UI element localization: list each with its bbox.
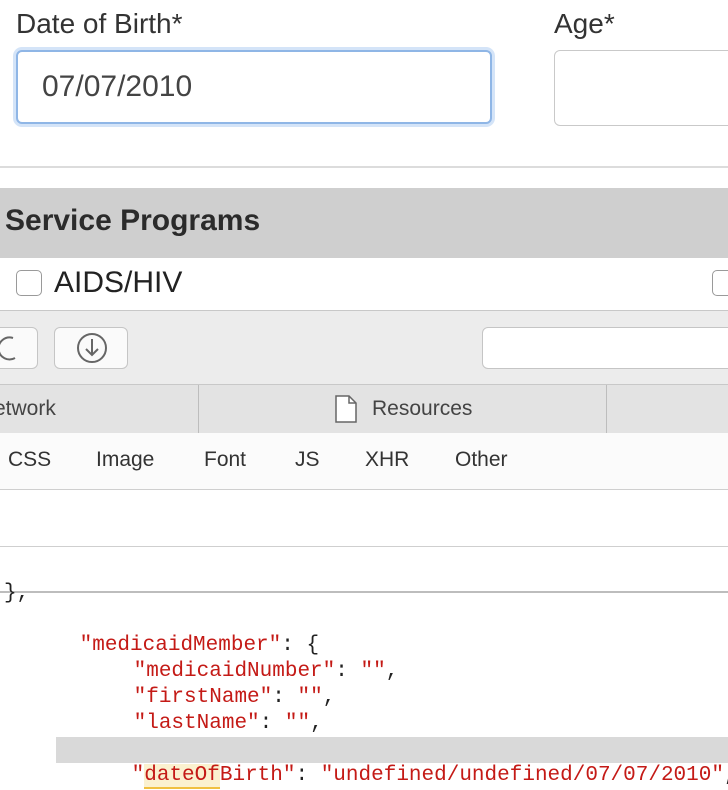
age-input[interactable] <box>554 50 728 126</box>
document-icon <box>335 395 357 423</box>
screen: Date of Birth* Age* Service Programs AID… <box>0 0 728 790</box>
filter-js[interactable]: JS <box>295 448 320 472</box>
tab-network[interactable]: etwork <box>0 397 56 421</box>
code-line: "gender": "", <box>58 763 298 789</box>
service-programs-title: Service Programs <box>5 204 261 237</box>
devtools-search-field[interactable] <box>482 327 728 369</box>
json-value: "" <box>284 712 311 735</box>
aids-hiv-label: AIDS/HIV <box>54 266 183 299</box>
json-punctuation: , <box>322 686 336 709</box>
tab-separator <box>606 385 607 433</box>
date-of-birth-label: Date of Birth* <box>16 8 183 39</box>
json-value: "" <box>360 660 386 683</box>
code-line: "medicaidMember": { <box>4 607 319 657</box>
json-punctuation: , <box>724 764 728 787</box>
json-value: "undefined/undefined/07/07/2010" <box>320 764 724 787</box>
json-punctuation: , <box>385 660 399 683</box>
json-punctuation: : <box>335 660 361 683</box>
devtools-tab-bar: etwork Resources <box>0 384 728 434</box>
aids-hiv-checkbox[interactable] <box>16 270 42 296</box>
download-button[interactable] <box>54 327 128 369</box>
filter-font[interactable]: Font <box>204 448 246 472</box>
highlighted-code-line: "dateOfBirth": "undefined/undefined/07/0… <box>56 737 728 789</box>
divider <box>0 166 728 168</box>
tab-separator <box>198 385 199 433</box>
code-line: "age": 24, <box>58 711 260 761</box>
reload-button[interactable] <box>0 327 38 369</box>
filter-xhr[interactable]: XHR <box>365 448 409 472</box>
download-icon <box>77 333 107 363</box>
resource-type-filter-bar: CSS Image Font JS XHR Other <box>0 433 728 490</box>
age-label: Age* <box>554 8 615 39</box>
json-punctuation: , <box>310 712 323 735</box>
filter-image[interactable]: Image <box>96 448 154 472</box>
json-punctuation: : <box>295 764 321 787</box>
json-punctuation: : <box>259 712 285 735</box>
json-code-viewer: }, "medicaidMember": { "medicaidNumber":… <box>0 582 728 790</box>
empty-row <box>0 490 728 547</box>
code-line: "medicaidNumber": "", <box>58 633 399 683</box>
empty-row <box>0 547 728 593</box>
code-line: }, <box>4 582 30 605</box>
tab-resources[interactable]: Resources <box>372 397 472 421</box>
date-of-birth-input[interactable] <box>16 50 492 124</box>
program-checkbox[interactable] <box>712 270 728 296</box>
devtools-toolbar <box>0 310 728 385</box>
code-line: "lastName": "", <box>58 685 323 735</box>
reload-icon <box>0 336 16 361</box>
filter-other[interactable]: Other <box>455 448 508 472</box>
filter-css[interactable]: CSS <box>8 448 51 472</box>
code-line: "firstName": "", <box>58 659 336 709</box>
